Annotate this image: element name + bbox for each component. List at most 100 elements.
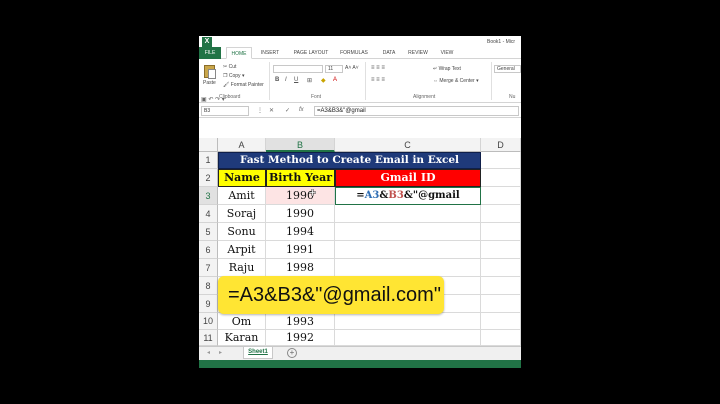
tab-data[interactable]: DATA — [379, 47, 399, 59]
cell-d7[interactable] — [481, 259, 521, 277]
scroll-right-icon[interactable]: ▸ — [219, 349, 222, 356]
cell-d6[interactable] — [481, 241, 521, 259]
cell-a3[interactable]: Amit — [218, 187, 266, 205]
tab-review[interactable]: REVIEW — [405, 47, 431, 59]
cell-c5[interactable] — [335, 223, 481, 241]
paste-icon[interactable] — [204, 65, 216, 79]
row-header-10[interactable]: 10 — [199, 313, 218, 330]
border-icon[interactable]: ⊞ — [307, 77, 312, 84]
sheet-tab-bar: ◂ ▸ Sheet1 + — [199, 346, 521, 360]
cell-c10[interactable] — [335, 313, 481, 330]
wrap-text-label: Wrap Text — [438, 66, 461, 72]
cell-d9[interactable] — [481, 295, 521, 313]
row-header-3[interactable]: 3 — [199, 187, 218, 205]
grow-font-icon[interactable]: A˄ A˅ — [345, 65, 359, 71]
sheet-tab-sheet1[interactable]: Sheet1 — [243, 347, 273, 359]
formula-input[interactable]: =A3&B3&"@gmail — [314, 106, 519, 116]
tab-page-layout[interactable]: PAGE LAYOUT — [289, 47, 333, 59]
wrap-text-button[interactable]: ↵ Wrap Text — [433, 66, 461, 72]
enter-icon[interactable]: ✓ — [285, 107, 290, 114]
bold-button[interactable]: B — [275, 77, 279, 83]
brush-icon: 🖌 — [223, 82, 230, 88]
row-header-2[interactable]: 2 — [199, 169, 218, 187]
font-name-select[interactable] — [273, 65, 323, 73]
cell-c4[interactable] — [335, 205, 481, 223]
cell-b7[interactable]: 1998 — [266, 259, 335, 277]
cell-d11[interactable] — [481, 330, 521, 346]
column-header-c[interactable]: C — [335, 138, 481, 152]
row-header-11[interactable]: 11 — [199, 330, 218, 346]
cell-a11[interactable]: Karan — [218, 330, 266, 346]
tab-file[interactable]: FILE — [199, 47, 221, 59]
fill-color-icon[interactable]: ◆ — [321, 77, 326, 84]
row-header-9[interactable]: 9 — [199, 295, 218, 313]
cell-a4[interactable]: Soraj — [218, 205, 266, 223]
cell-d4[interactable] — [481, 205, 521, 223]
select-all-corner[interactable] — [199, 138, 218, 152]
cell-a5[interactable]: Sonu — [218, 223, 266, 241]
cell-b5[interactable]: 1994 — [266, 223, 335, 241]
tab-home[interactable]: HOME — [226, 47, 252, 59]
cell-b3[interactable]: 1990 — [266, 187, 335, 205]
paste-button[interactable]: Paste — [203, 80, 216, 86]
header-gmail-cell[interactable]: Gmail ID — [335, 169, 481, 187]
cell-c11[interactable] — [335, 330, 481, 346]
ribbon-tab-bar: X Book1 - Micr FILE HOME INSERT PAGE LAY… — [199, 37, 521, 59]
font-size-select[interactable]: 11 — [325, 65, 343, 73]
formula-ref-a3: A3 — [364, 190, 380, 201]
align-left-icon[interactable]: ≡ ≡ ≡ — [371, 77, 385, 83]
cell-d2[interactable] — [481, 169, 521, 187]
merge-center-label: Merge & Center — [439, 78, 475, 84]
copy-button[interactable]: ❐ Copy ▾ — [223, 73, 244, 79]
merge-center-button[interactable]: ⇔ Merge & Center ▾ — [433, 78, 479, 84]
format-painter-button[interactable]: 🖌 Format Painter — [223, 82, 264, 88]
sheet-title-cell[interactable]: Fast Method to Create Email in Excel — [218, 152, 481, 169]
tab-insert[interactable]: INSERT — [257, 47, 283, 59]
add-sheet-icon[interactable]: + — [287, 348, 297, 358]
cell-b11[interactable]: 1992 — [266, 330, 335, 346]
more-options-icon[interactable]: ⋮ — [257, 107, 263, 114]
name-box[interactable]: B3 — [201, 106, 249, 116]
tab-formulas[interactable]: FORMULAS — [337, 47, 371, 59]
cell-a6[interactable]: Arpit — [218, 241, 266, 259]
row-header-4[interactable]: 4 — [199, 205, 218, 223]
column-header-b[interactable]: B — [266, 138, 335, 152]
cell-d10[interactable] — [481, 313, 521, 330]
italic-button[interactable]: I — [285, 77, 287, 83]
row-header-1[interactable]: 1 — [199, 152, 218, 169]
number-format-select[interactable]: General — [494, 65, 521, 73]
quick-access-icons[interactable]: ▣ ↶ ↷ ▾ — [201, 96, 225, 103]
cell-c6[interactable] — [335, 241, 481, 259]
row-header-7[interactable]: 7 — [199, 259, 218, 277]
cell-a10[interactable]: Om — [218, 313, 266, 330]
scroll-left-icon[interactable]: ◂ — [207, 349, 210, 356]
align-top-icon[interactable]: ≡ ≡ ≡ — [371, 65, 385, 71]
tab-view[interactable]: VIEW — [437, 47, 457, 59]
row-header-8[interactable]: 8 — [199, 277, 218, 295]
cell-b10[interactable]: 1993 — [266, 313, 335, 330]
cell-a7[interactable]: Raju — [218, 259, 266, 277]
cell-b6[interactable]: 1991 — [266, 241, 335, 259]
cell-c7[interactable] — [335, 259, 481, 277]
cell-b4[interactable]: 1990 — [266, 205, 335, 223]
column-header-a[interactable]: A — [218, 138, 266, 152]
wrap-text-icon: ↵ — [433, 66, 438, 72]
cell-d1[interactable] — [481, 152, 521, 169]
row-header-6[interactable]: 6 — [199, 241, 218, 259]
cell-d3[interactable] — [481, 187, 521, 205]
row-header-5[interactable]: 5 — [199, 223, 218, 241]
ribbon-divider — [491, 62, 492, 100]
font-group-label: Font — [311, 94, 322, 100]
cut-button[interactable]: ✂ Cut — [223, 64, 236, 70]
insert-function-icon[interactable]: fx — [299, 107, 304, 113]
underline-button[interactable]: U — [294, 77, 298, 83]
font-color-icon[interactable]: A — [333, 77, 337, 83]
header-name-cell[interactable]: Name — [218, 169, 266, 187]
cell-d8[interactable] — [481, 277, 521, 295]
cell-cursor-icon — [309, 189, 316, 196]
column-header-d[interactable]: D — [481, 138, 521, 152]
cell-d5[interactable] — [481, 223, 521, 241]
cancel-icon[interactable]: ✕ — [269, 107, 274, 114]
header-birth-year-cell[interactable]: Birth Year — [266, 169, 335, 187]
cell-c3-editing[interactable]: =A3&B3&"@gmail — [335, 187, 481, 205]
